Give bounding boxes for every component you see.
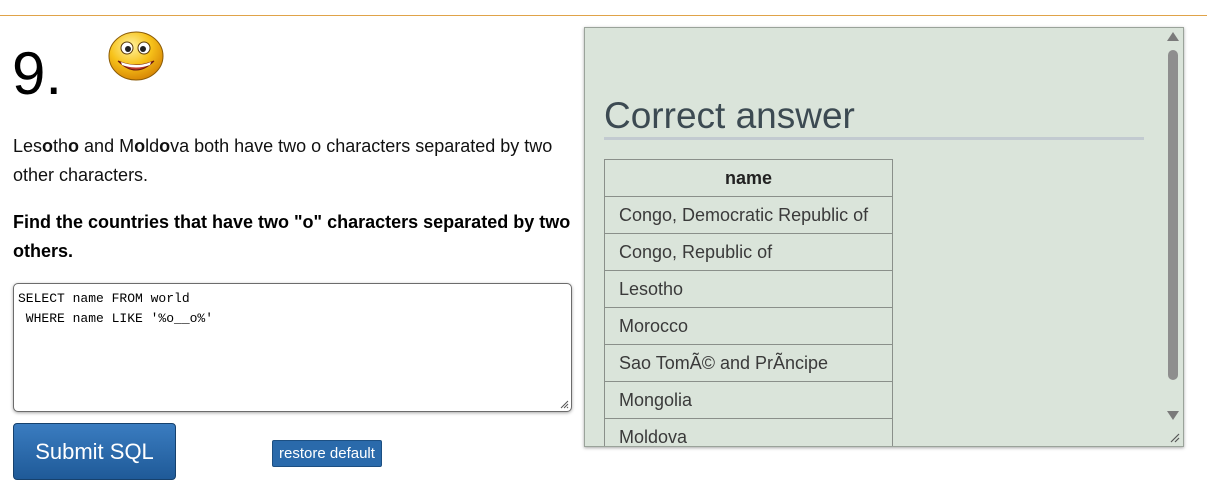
top-divider bbox=[0, 15, 1207, 16]
scrollbar-thumb[interactable] bbox=[1168, 50, 1178, 380]
table-header-row: name bbox=[604, 159, 893, 197]
table-cell: Morocco bbox=[604, 307, 893, 345]
table-row: Congo, Republic of bbox=[604, 233, 893, 271]
table-row: Mongolia bbox=[604, 381, 893, 419]
answer-title-underline bbox=[604, 137, 1144, 140]
table-row: Sao TomÃ© and PrÃncipe bbox=[604, 344, 893, 382]
question-number: 9. bbox=[12, 40, 63, 107]
table-row: Congo, Democratic Republic of bbox=[604, 196, 893, 234]
question-task: Find the countries that have two "o" cha… bbox=[13, 212, 571, 261]
table-cell: Sao TomÃ© and PrÃncipe bbox=[604, 344, 893, 382]
table-cell: Mongolia bbox=[604, 381, 893, 419]
scroll-down-arrow-icon[interactable] bbox=[1167, 411, 1179, 420]
vertical-scrollbar[interactable] bbox=[1163, 28, 1183, 446]
table-cell: Congo, Republic of bbox=[604, 233, 893, 271]
table-row: Morocco bbox=[604, 307, 893, 345]
table-cell: Lesotho bbox=[604, 270, 893, 308]
sql-editor[interactable]: SELECT name FROM world WHERE name LIKE '… bbox=[13, 283, 572, 412]
correct-answer-panel[interactable]: Correct answer name Congo, Democratic Re… bbox=[584, 27, 1184, 447]
restore-default-button[interactable]: restore default bbox=[272, 440, 382, 467]
column-header-name: name bbox=[604, 159, 893, 197]
page: 9. Lesotho and Moldova both have two o c… bbox=[0, 0, 1207, 488]
table-cell: Congo, Democratic Republic of bbox=[604, 196, 893, 234]
question-description: Lesotho and Moldova both have two o char… bbox=[13, 136, 553, 185]
scroll-up-arrow-icon[interactable] bbox=[1167, 32, 1179, 41]
sql-text: SELECT name FROM world WHERE name LIKE '… bbox=[18, 291, 214, 326]
table-cell: Moldova bbox=[604, 418, 893, 446]
resize-grip-icon[interactable] bbox=[559, 399, 569, 409]
resize-grip-icon[interactable] bbox=[1169, 432, 1180, 443]
table-row: Lesotho bbox=[604, 270, 893, 308]
submit-sql-button[interactable]: Submit SQL bbox=[13, 423, 176, 480]
table-row: Moldova bbox=[604, 418, 893, 446]
answer-title: Correct answer bbox=[604, 95, 855, 136]
smiley-face-icon bbox=[108, 31, 164, 81]
result-table: name Congo, Democratic Republic of Congo… bbox=[604, 159, 893, 446]
